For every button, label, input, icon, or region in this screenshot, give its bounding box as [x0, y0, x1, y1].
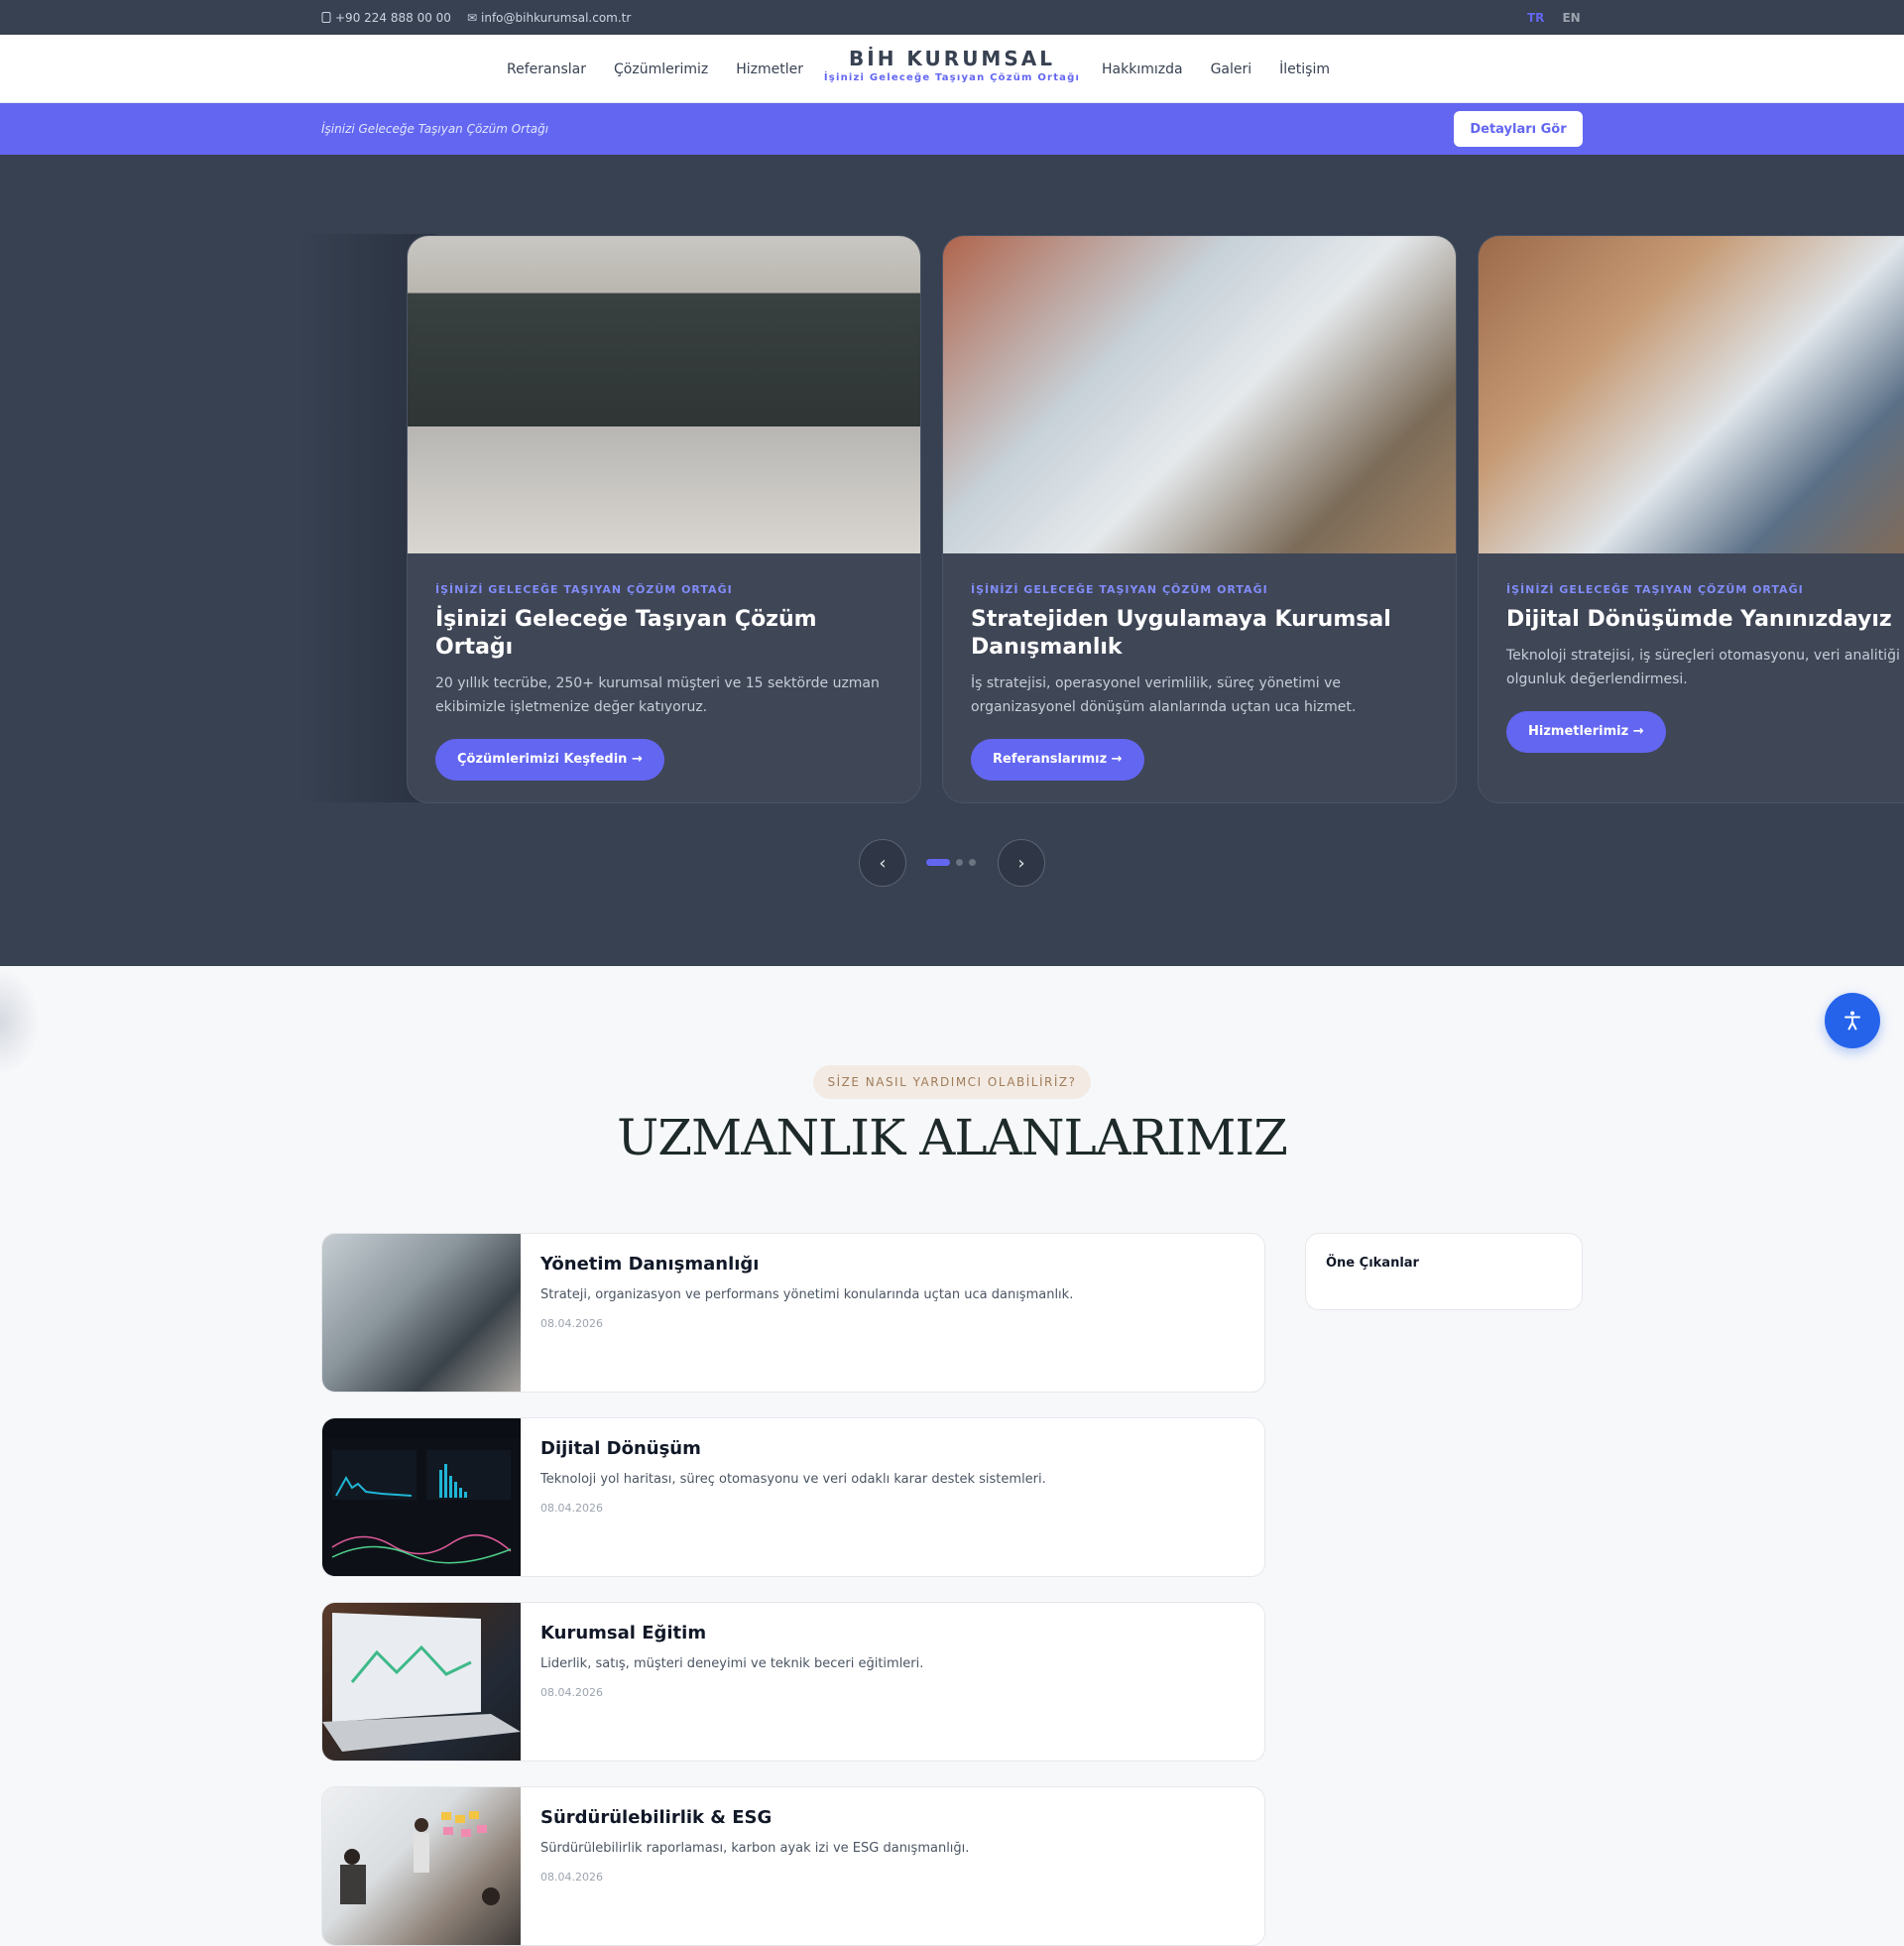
slide-card: İŞİNİZİ GELECEĞE TAŞIYAN ÇÖZÜM ORTAĞI St… — [942, 235, 1457, 803]
card-date: 08.04.2026 — [540, 1686, 603, 1699]
accessibility-button[interactable] — [1825, 993, 1880, 1048]
brand-tagline: İşinizi Geleceğe Taşıyan Çözüm Ortağı — [823, 72, 1081, 83]
next-arrow-icon[interactable]: › — [998, 839, 1045, 887]
service-card[interactable]: Sürdürülebilirlik & ESG Sürdürülebilirli… — [321, 1786, 1265, 1946]
slider-controls: ‹ › — [859, 839, 1047, 887]
brand-name: BİH KURUMSAL — [849, 47, 1055, 70]
slider-dot[interactable] — [969, 859, 976, 866]
lang-en[interactable]: EN — [1562, 11, 1580, 25]
slide-description: Teknoloji stratejisi, iş süreçleri otoma… — [1506, 648, 1900, 687]
slide-title: Stratejiden Uygulamaya Kurumsal Danışman… — [971, 607, 1391, 660]
hero-slider: İŞİNİZİ GELECEĞE TAŞIYAN ÇÖZÜM ORTAĞI İş… — [0, 155, 1904, 966]
details-button[interactable]: Detayları Gör — [1454, 111, 1583, 147]
slide-image-high-five — [943, 236, 1456, 553]
slide-cta-button[interactable]: Çözümlerimizi Keşfedin → — [435, 739, 664, 781]
highlights-title: Öne Çıkanlar — [1326, 1256, 1419, 1271]
nav-item-cozumlerimiz[interactable]: Çözümlerimiz — [614, 61, 708, 77]
nav-left: Referanslar Çözümlerimiz Hizmetler — [507, 35, 803, 103]
slide-description: 20 yıllık tecrübe, 250+ kurumsal müşteri… — [435, 675, 880, 715]
phone-text: +90 224 888 00 00 — [335, 10, 451, 25]
card-description: Teknoloji yol haritası, süreç otomasyonu… — [540, 1472, 1046, 1487]
slide-description: İş stratejisi, operasyonel verimlilik, s… — [971, 675, 1357, 715]
phone-link[interactable]: +90 224 888 00 00 — [321, 11, 451, 25]
slide-title: İşinizi Geleceğe Taşıyan Çözüm Ortağı — [435, 607, 817, 660]
edge-decoration — [0, 967, 40, 1076]
slide-eyebrow: İŞİNİZİ GELECEĞE TAŞIYAN ÇÖZÜM ORTAĞI — [435, 583, 733, 596]
slider-dot[interactable] — [926, 859, 950, 866]
slide-body: İŞİNİZİ GELECEĞE TAŞIYAN ÇÖZÜM ORTAĞI St… — [971, 583, 1428, 781]
laptop-illustration — [322, 1613, 521, 1752]
card-image-laptop-analytics — [322, 1603, 521, 1761]
nav-item-galeri[interactable]: Galeri — [1211, 61, 1252, 77]
contact-info: +90 224 888 00 00 ✉ info@bihkurumsal.com… — [321, 0, 631, 35]
slider-dots — [926, 859, 976, 866]
card-description: Sürdürülebilirlik raporlaması, karbon ay… — [540, 1841, 970, 1856]
nav-item-hakkimizda[interactable]: Hakkımızda — [1102, 61, 1183, 77]
slide-eyebrow: İŞİNİZİ GELECEĞE TAŞIYAN ÇÖZÜM ORTAĞI — [1506, 583, 1804, 596]
card-date: 08.04.2026 — [540, 1317, 603, 1330]
card-title: Sürdürülebilirlik & ESG — [540, 1807, 773, 1828]
card-description: Liderlik, satış, müşteri deneyimi ve tek… — [540, 1656, 924, 1671]
card-title: Yönetim Danışmanlığı — [540, 1254, 760, 1275]
lang-tr[interactable]: TR — [1527, 11, 1544, 25]
service-card[interactable]: Dijital Dönüşüm Teknoloji yol haritası, … — [321, 1417, 1265, 1577]
nav-right: Hakkımızda Galeri İletişim — [1102, 35, 1330, 103]
phone-icon — [321, 12, 331, 23]
slider-dot[interactable] — [956, 859, 963, 866]
top-bar: +90 224 888 00 00 ✉ info@bihkurumsal.com… — [0, 0, 1904, 35]
slide-body: İŞİNİZİ GELECEĞE TAŞIYAN ÇÖZÜM ORTAĞI İş… — [435, 583, 892, 781]
slide-body: İŞİNİZİ GELECEĞE TAŞIYAN ÇÖZÜM ORTAĞI Di… — [1506, 583, 1904, 753]
card-image-dashboard — [322, 1418, 521, 1576]
slide-cta-button[interactable]: Hizmetlerimiz → — [1506, 711, 1666, 753]
card-date: 08.04.2026 — [540, 1871, 603, 1884]
language-switch: TR EN — [1527, 0, 1581, 35]
service-card[interactable]: Yönetim Danışmanlığı Strateji, organizas… — [321, 1233, 1265, 1393]
slide-image-presentation — [1479, 236, 1904, 553]
dashboard-illustration — [322, 1438, 521, 1576]
announcement-text: İşinizi Geleceğe Taşıyan Çözüm Ortağı — [321, 122, 549, 136]
highlights-box: Öne Çıkanlar — [1305, 1233, 1583, 1310]
section-title: UZMANLIK ALANLARIMIZ — [617, 1109, 1288, 1166]
card-image-team-meeting — [322, 1787, 521, 1945]
prev-arrow-icon[interactable]: ‹ — [859, 839, 906, 887]
slide-image-office-corridor — [408, 236, 920, 553]
slide-title: Dijital Dönüşümde Yanınızdayız — [1506, 607, 1892, 632]
accessibility-icon — [1844, 1011, 1860, 1031]
slide-card: İŞİNİZİ GELECEĞE TAŞIYAN ÇÖZÜM ORTAĞI Di… — [1478, 235, 1904, 803]
meeting-illustration — [340, 1811, 500, 1905]
email-text: info@bihkurumsal.com.tr — [481, 10, 632, 25]
nav-item-referanslar[interactable]: Referanslar — [507, 61, 586, 77]
slide-eyebrow: İŞİNİZİ GELECEĞE TAŞIYAN ÇÖZÜM ORTAĞI — [971, 583, 1268, 596]
slide-cta-button[interactable]: Referanslarımız → — [971, 739, 1144, 781]
section-eyebrow-pill: SİZE NASIL YARDIMCI OLABİLİRİZ? — [813, 1065, 1091, 1099]
envelope-icon: ✉ — [466, 10, 477, 25]
card-title: Dijital Dönüşüm — [540, 1438, 701, 1459]
card-image-laptop-notes — [322, 1234, 521, 1392]
main-header: Referanslar Çözümlerimiz Hizmetler BİH K… — [0, 35, 1904, 103]
logo[interactable]: BİH KURUMSAL İşinizi Geleceğe Taşıyan Çö… — [783, 35, 1121, 103]
card-description: Strateji, organizasyon ve performans yön… — [540, 1287, 1074, 1302]
slide-card: İŞİNİZİ GELECEĞE TAŞIYAN ÇÖZÜM ORTAĞI İş… — [407, 235, 921, 803]
email-link[interactable]: ✉ info@bihkurumsal.com.tr — [467, 11, 631, 25]
card-date: 08.04.2026 — [540, 1502, 603, 1515]
card-title: Kurumsal Eğitim — [540, 1623, 707, 1643]
announcement-bar: İşinizi Geleceğe Taşıyan Çözüm Ortağı De… — [0, 103, 1904, 155]
service-card[interactable]: Kurumsal Eğitim Liderlik, satış, müşteri… — [321, 1602, 1265, 1762]
nav-item-iletisim[interactable]: İletişim — [1279, 61, 1330, 77]
